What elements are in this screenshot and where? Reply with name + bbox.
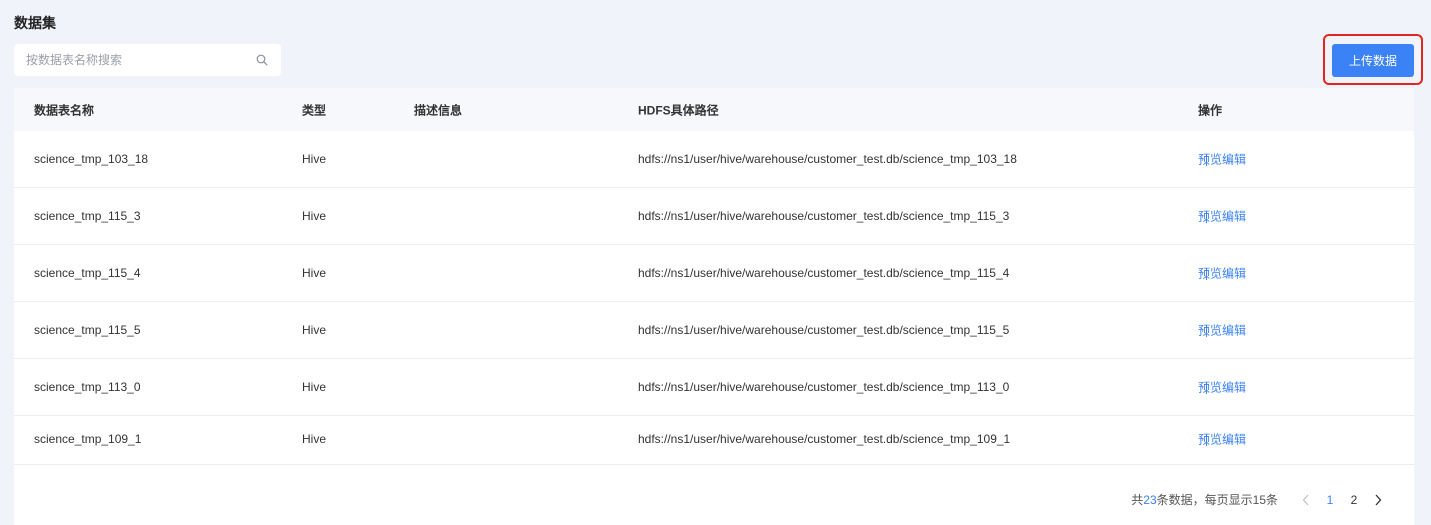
table-row: science_tmp_115_3 Hive hdfs://ns1/user/h…	[14, 188, 1414, 245]
row-actions: 预览 | 编辑	[1198, 208, 1246, 225]
preview-link[interactable]: 预览	[1198, 151, 1222, 168]
cell-name: science_tmp_113_0	[34, 380, 141, 394]
header-ops: 操作	[1198, 103, 1223, 117]
preview-link[interactable]: 预览	[1198, 322, 1222, 339]
cell-name: science_tmp_103_18	[34, 152, 149, 166]
chevron-right-icon[interactable]	[1366, 494, 1390, 506]
header-name: 数据表名称	[34, 103, 95, 117]
cell-type: Hive	[302, 432, 327, 446]
action-separator: |	[1205, 266, 1209, 280]
cell-type: Hive	[302, 266, 327, 280]
page-title: 数据集	[14, 15, 56, 31]
cell-type: Hive	[302, 323, 327, 337]
preview-link[interactable]: 预览	[1198, 379, 1222, 396]
table-row: science_tmp_109_1 Hive hdfs://ns1/user/h…	[14, 416, 1414, 462]
cell-name: science_tmp_115_3	[34, 209, 141, 223]
action-separator: |	[1205, 152, 1209, 166]
cell-name: science_tmp_115_4	[34, 266, 141, 280]
cell-name: science_tmp_115_5	[34, 323, 141, 337]
table-footer: 共23条数据，每页显示15条 1 2	[14, 464, 1414, 525]
search-input[interactable]	[26, 53, 255, 67]
row-actions: 预览 | 编辑	[1198, 379, 1246, 396]
cell-path: hdfs://ns1/user/hive/warehouse/customer_…	[638, 323, 1010, 337]
preview-link[interactable]: 预览	[1198, 265, 1222, 282]
cell-path: hdfs://ns1/user/hive/warehouse/customer_…	[638, 432, 1011, 446]
cell-path: hdfs://ns1/user/hive/warehouse/customer_…	[638, 266, 1010, 280]
preview-link[interactable]: 预览	[1198, 431, 1222, 448]
row-actions: 预览 | 编辑	[1198, 431, 1246, 448]
edit-link[interactable]: 编辑	[1222, 208, 1246, 225]
row-actions: 预览 | 编辑	[1198, 265, 1246, 282]
chevron-left-icon[interactable]	[1294, 494, 1318, 506]
page-button-2[interactable]: 2	[1342, 493, 1366, 507]
action-separator: |	[1205, 209, 1209, 223]
pagination-total: 共23条数据，每页显示15条	[1131, 491, 1278, 508]
edit-link[interactable]: 编辑	[1222, 265, 1246, 282]
header-desc: 描述信息	[414, 103, 463, 117]
table-row: science_tmp_115_4 Hive hdfs://ns1/user/h…	[14, 245, 1414, 302]
row-actions: 预览 | 编辑	[1198, 151, 1246, 168]
cell-path: hdfs://ns1/user/hive/warehouse/customer_…	[638, 152, 1017, 166]
dataset-table: 数据表名称 类型 描述信息 HDFS具体路径 操作 science_tmp_10…	[14, 88, 1414, 525]
upload-data-button[interactable]: 上传数据	[1332, 44, 1414, 77]
action-separator: |	[1205, 432, 1209, 446]
total-count: 23	[1143, 493, 1157, 507]
row-actions: 预览 | 编辑	[1198, 322, 1246, 339]
action-separator: |	[1205, 380, 1209, 394]
cell-path: hdfs://ns1/user/hive/warehouse/customer_…	[638, 380, 1010, 394]
total-prefix: 共	[1131, 493, 1144, 507]
action-separator: |	[1205, 323, 1209, 337]
edit-link[interactable]: 编辑	[1222, 322, 1246, 339]
cell-type: Hive	[302, 152, 327, 166]
header-path: HDFS具体路径	[638, 103, 719, 117]
cell-name: science_tmp_109_1	[34, 432, 142, 446]
page-button-1[interactable]: 1	[1318, 493, 1342, 507]
edit-link[interactable]: 编辑	[1222, 431, 1246, 448]
total-suffix: 条数据，每页显示15条	[1156, 493, 1278, 507]
cell-type: Hive	[302, 380, 327, 394]
pagination: 共23条数据，每页显示15条 1 2	[1131, 491, 1390, 508]
cell-path: hdfs://ns1/user/hive/warehouse/customer_…	[638, 209, 1010, 223]
table-row: science_tmp_113_0 Hive hdfs://ns1/user/h…	[14, 359, 1414, 416]
header-type: 类型	[302, 103, 327, 117]
cell-type: Hive	[302, 209, 327, 223]
search-box[interactable]	[14, 44, 281, 76]
edit-link[interactable]: 编辑	[1222, 379, 1246, 396]
edit-link[interactable]: 编辑	[1222, 151, 1246, 168]
table-header: 数据表名称 类型 描述信息 HDFS具体路径 操作	[14, 88, 1414, 131]
table-row: science_tmp_103_18 Hive hdfs://ns1/user/…	[14, 131, 1414, 188]
search-icon[interactable]	[255, 53, 269, 67]
table-row: science_tmp_115_5 Hive hdfs://ns1/user/h…	[14, 302, 1414, 359]
preview-link[interactable]: 预览	[1198, 208, 1222, 225]
